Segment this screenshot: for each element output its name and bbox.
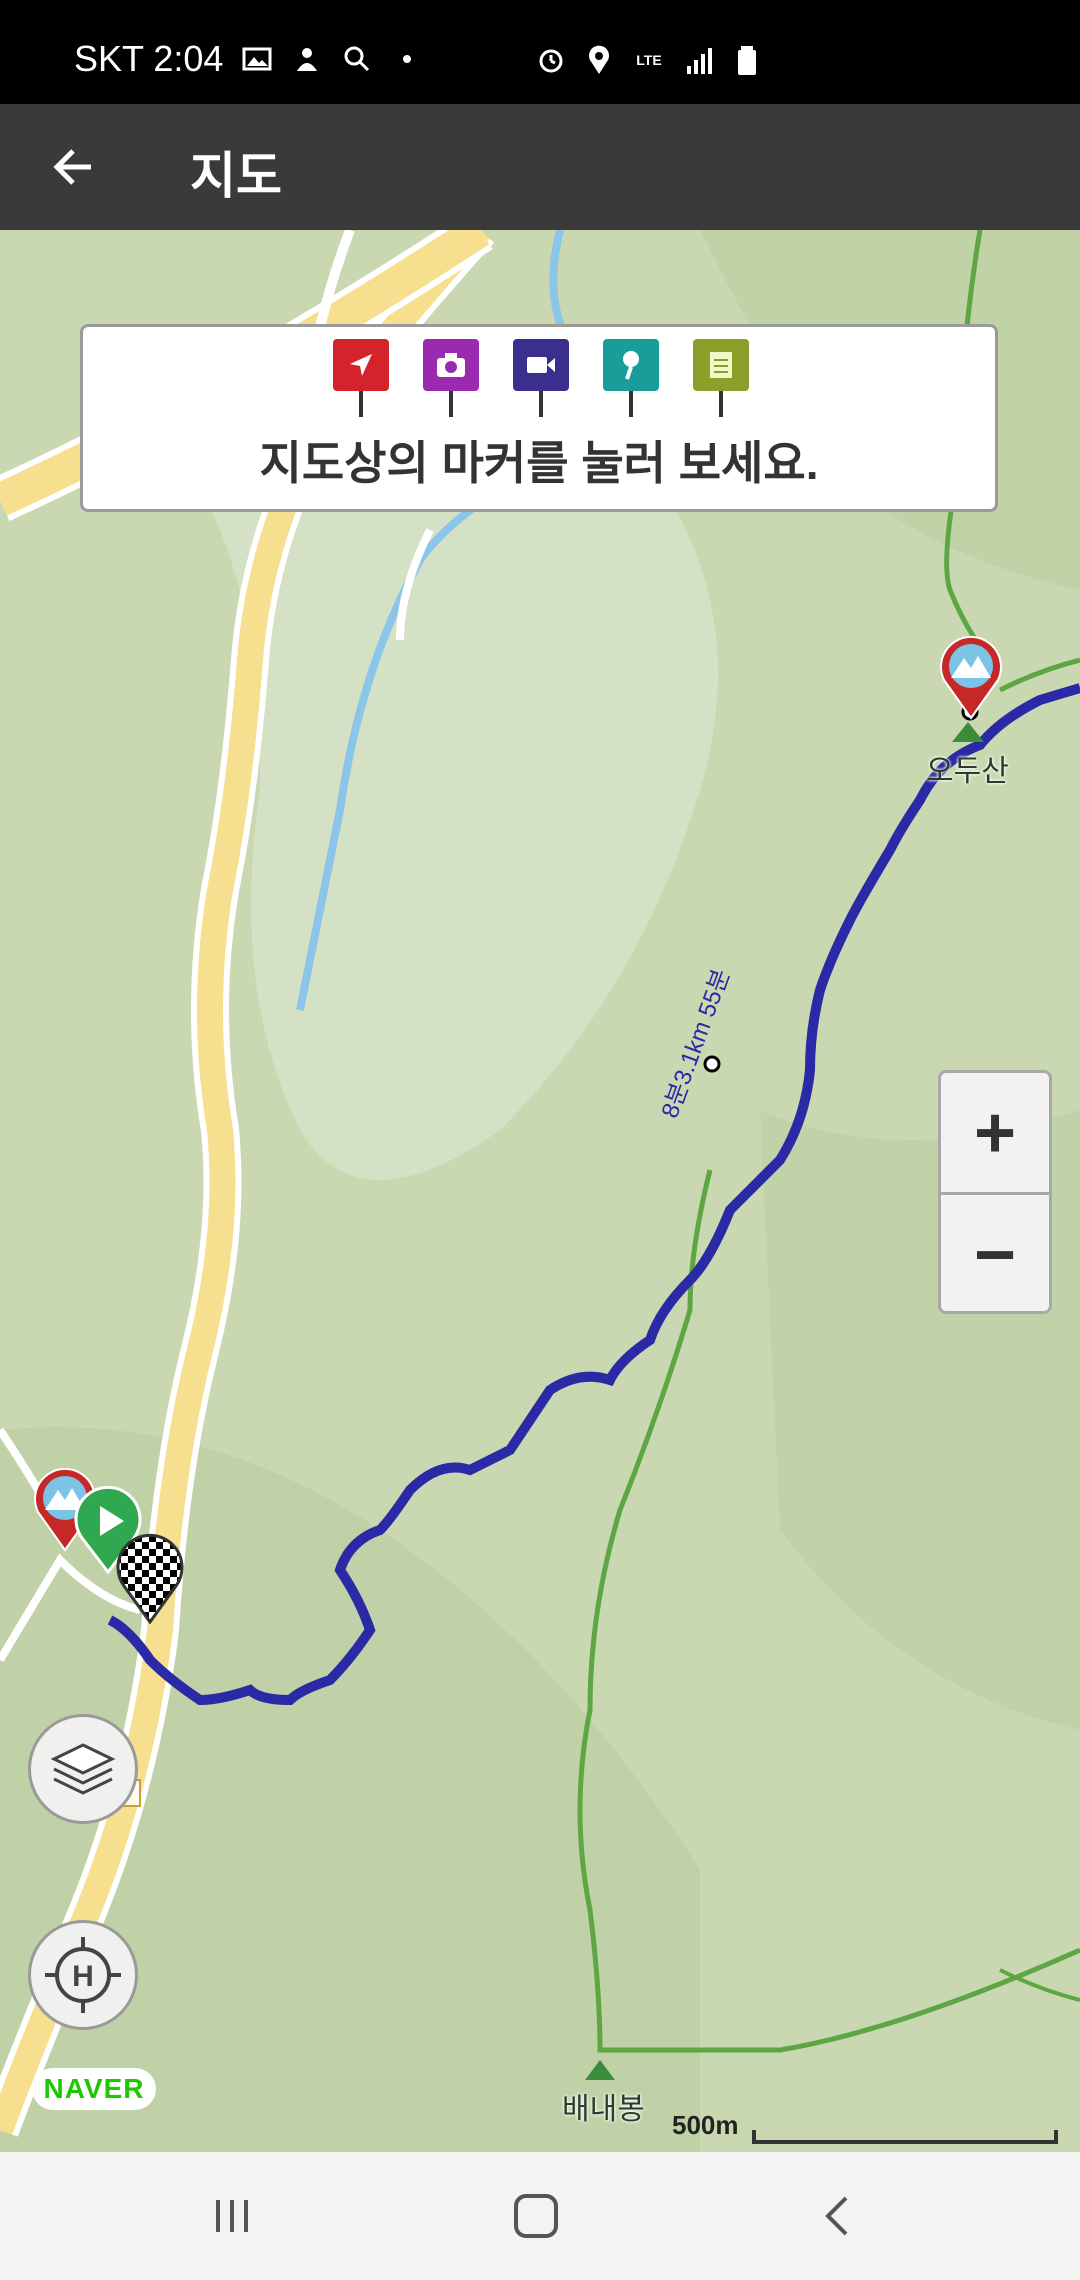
peak-label-odusan: 오두산 xyxy=(926,755,1009,788)
signal-icon xyxy=(683,44,715,76)
nav-back-button[interactable] xyxy=(802,2180,874,2252)
home-icon xyxy=(514,2194,558,2238)
back-button[interactable] xyxy=(38,132,108,202)
back-icon xyxy=(825,2196,848,2236)
back-arrow-icon xyxy=(53,149,91,185)
alarm-icon xyxy=(535,44,567,76)
app-bar: 지도 xyxy=(0,104,1080,230)
zoom-in-button[interactable]: + xyxy=(941,1073,1049,1195)
home-button[interactable] xyxy=(500,2180,572,2252)
finish-marker-icon[interactable] xyxy=(114,1528,186,1624)
map-view[interactable]: 69 8분3.1km 55분 오두산 배내봉 xyxy=(0,230,1080,2152)
scale-label: 500m xyxy=(672,2110,739,2140)
recent-apps-icon xyxy=(216,2200,248,2232)
peak-label-baenaebong: 배내봉 xyxy=(562,2093,645,2126)
dot-icon xyxy=(391,43,423,75)
recent-apps-button[interactable] xyxy=(196,2180,268,2252)
summit-marker-icon[interactable] xyxy=(936,630,1006,720)
current-location-button[interactable]: H xyxy=(28,1920,138,2030)
gallery-icon xyxy=(241,43,273,75)
carrier-time: SKT 2:04 xyxy=(74,38,224,79)
status-right: LTE xyxy=(535,44,763,76)
lte-icon: LTE xyxy=(631,44,667,76)
status-bar: SKT 2:04 LTE xyxy=(0,0,1080,104)
camera-marker-icon xyxy=(423,339,479,419)
page-title: 지도 xyxy=(190,148,282,204)
map-canvas xyxy=(0,230,1080,2152)
marker-legend: 지도상의 마커를 눌러 보세요. xyxy=(80,324,998,512)
app-icon xyxy=(291,43,323,75)
memo-marker-icon xyxy=(693,339,749,419)
legend-instruction: 지도상의 마커를 눌러 보세요. xyxy=(259,437,819,489)
battery-icon xyxy=(731,44,763,76)
system-nav-bar xyxy=(0,2152,1080,2280)
legend-icons xyxy=(333,339,749,419)
microphone-marker-icon xyxy=(603,339,659,419)
search-icon xyxy=(341,43,373,75)
layers-icon xyxy=(50,1743,116,1795)
layers-button[interactable] xyxy=(28,1714,138,1824)
scale-bar xyxy=(752,2130,1058,2144)
navigation-marker-icon xyxy=(333,339,389,419)
video-marker-icon xyxy=(513,339,569,419)
status-left: SKT 2:04 xyxy=(74,38,423,80)
zoom-out-button[interactable]: − xyxy=(941,1195,1049,1314)
location-icon xyxy=(583,44,615,76)
lte-label: LTE xyxy=(636,52,662,68)
naver-logo: NAVER xyxy=(32,2068,156,2110)
svg-text:H: H xyxy=(72,1960,94,1993)
crosshair-icon: H xyxy=(45,1937,121,2013)
zoom-control: + − xyxy=(938,1070,1052,1314)
